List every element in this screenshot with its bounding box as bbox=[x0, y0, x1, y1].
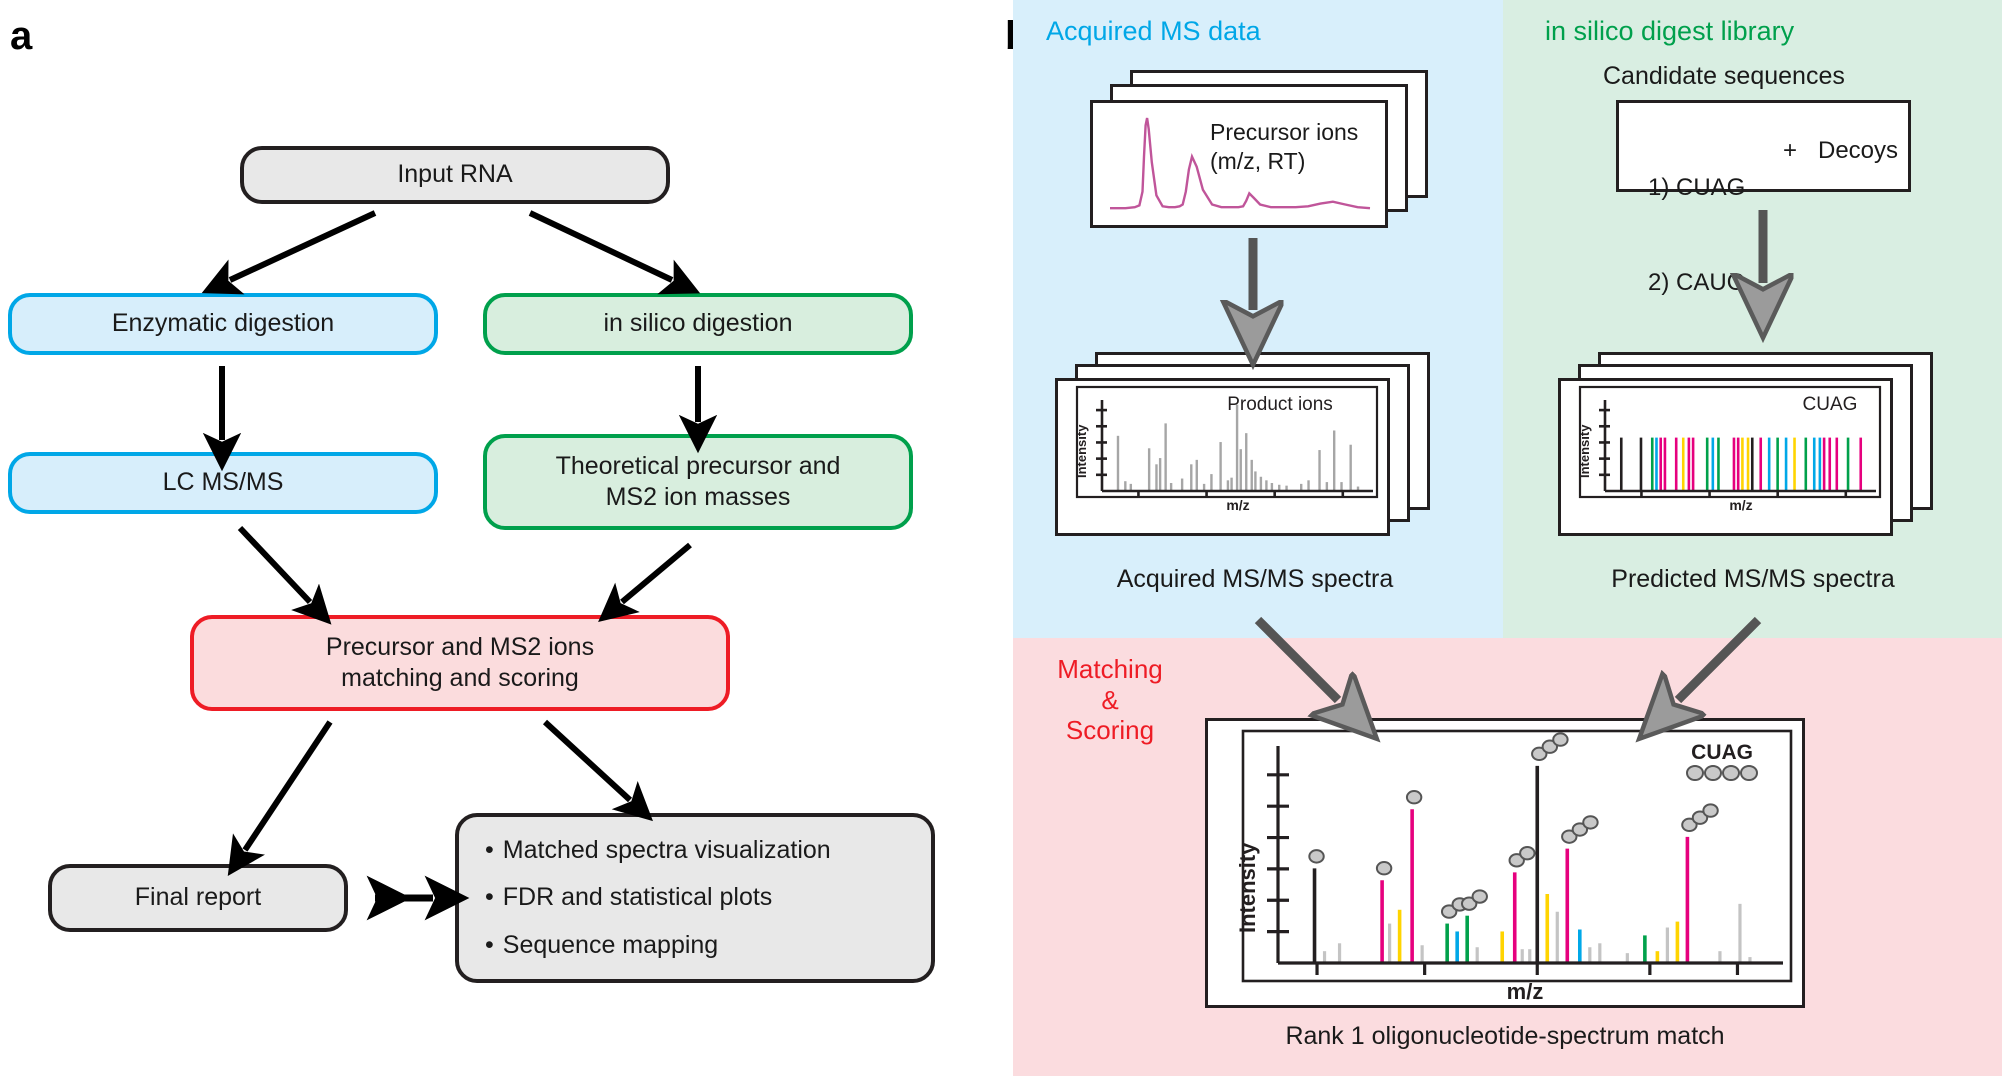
list-item: Matched spectra visualization bbox=[485, 835, 831, 866]
list-item: 2) CAUG bbox=[1648, 269, 1746, 297]
flow-node-lc-msms: LC MS/MS bbox=[8, 452, 438, 514]
predicted-sequence-label: CUAG bbox=[1803, 394, 1858, 415]
flow-node-label: Theoretical precursor and MS2 ion masses bbox=[555, 451, 841, 511]
flow-node-matching-scoring: Precursor and MS2 ions matching and scor… bbox=[190, 615, 730, 711]
list-item: 1) CUAG bbox=[1648, 174, 1746, 202]
rank1-match-plot: Intensity m/z CUAG bbox=[1235, 729, 1793, 1004]
flow-node-in-silico-digestion: in silico digestion bbox=[483, 293, 913, 355]
acquired-ms-data-title: Acquired MS data bbox=[1046, 16, 1261, 46]
digest-library-title: in silico digest library bbox=[1545, 16, 1795, 46]
product-ions-label: Product ions bbox=[1227, 394, 1333, 415]
flow-node-label: Precursor and MS2 ions matching and scor… bbox=[325, 632, 595, 692]
flow-node-label: LC MS/MS bbox=[162, 468, 284, 497]
outputs-list: Matched spectra visualization FDR and st… bbox=[485, 835, 831, 961]
flow-node-label: Enzymatic digestion bbox=[111, 309, 335, 338]
acquired-spectra-stack: Intensity m/z Product ions bbox=[1055, 352, 1450, 552]
flow-node-label: in silico digestion bbox=[603, 309, 793, 338]
decoys-label: Decoys bbox=[1818, 137, 1899, 164]
panel-a-letter: a bbox=[10, 14, 33, 58]
predicted-msms-plot: Intensity m/z CUAG bbox=[1577, 385, 1882, 513]
flow-node-theoretical-masses: Theoretical precursor and MS2 ion masses bbox=[483, 434, 913, 530]
list-item: Sequence mapping bbox=[485, 930, 831, 961]
flow-node-final-report: Final report bbox=[48, 864, 348, 932]
acquired-spectra-caption: Acquired MS/MS spectra bbox=[1116, 565, 1394, 593]
flow-node-input-rna: Input RNA bbox=[240, 146, 670, 204]
match-x-axis-label: m/z bbox=[1507, 979, 1544, 1004]
flow-node-outputs: Matched spectra visualization FDR and st… bbox=[455, 813, 935, 983]
acquired-x-axis-label: m/z bbox=[1226, 497, 1249, 513]
predicted-spectra-caption: Predicted MS/MS spectra bbox=[1611, 565, 1895, 593]
matching-scoring-title: Matching & Scoring bbox=[1057, 654, 1163, 746]
predicted-y-axis-label: Intensity bbox=[1577, 424, 1592, 478]
precursor-chromatogram bbox=[1110, 117, 1371, 210]
flow-node-label: Input RNA bbox=[397, 160, 513, 189]
predicted-spectra-stack: Intensity m/z CUAG bbox=[1558, 352, 1953, 552]
predicted-x-axis-label: m/z bbox=[1729, 497, 1752, 513]
match-y-axis-label: Intensity bbox=[1235, 842, 1260, 933]
list-item: FDR and statistical plots bbox=[485, 882, 831, 913]
acquired-y-axis-label: Intensity bbox=[1074, 424, 1089, 478]
plus-symbol: + bbox=[1783, 137, 1798, 164]
acquired-msms-plot: Intensity m/z Product ions bbox=[1074, 385, 1379, 513]
precursor-card-stack: Precursor ions (m/z, RT) bbox=[1090, 70, 1430, 228]
match-sequence-label: CUAG bbox=[1691, 741, 1753, 764]
candidate-sequences-heading: Candidate sequences bbox=[1603, 62, 1845, 90]
flow-node-label: Final report bbox=[134, 883, 262, 912]
rank1-match-caption: Rank 1 oligonucleotide-spectrum match bbox=[1285, 1022, 1725, 1050]
flow-node-enzymatic-digestion: Enzymatic digestion bbox=[8, 293, 438, 355]
